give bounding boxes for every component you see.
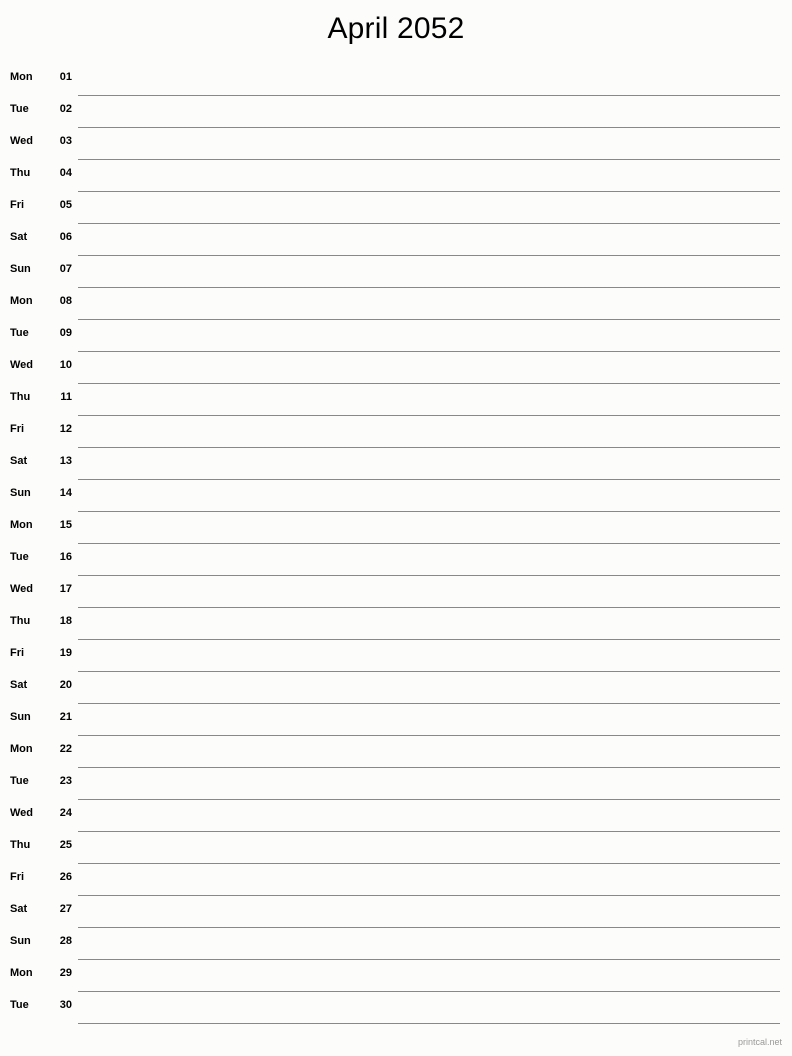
day-weekday-label: Fri [10, 199, 25, 211]
day-row[interactable]: Tue 16 [0, 544, 792, 576]
day-row[interactable]: Sun 14 [0, 480, 792, 512]
day-number-label: 17 [59, 583, 72, 595]
day-number-label: 04 [59, 167, 72, 179]
day-row[interactable]: Wed 03 [0, 128, 792, 160]
day-weekday-label: Tue [10, 327, 29, 339]
day-weekday-label: Tue [10, 999, 29, 1011]
day-weekday-label: Sun [10, 263, 31, 275]
day-weekday-label: Tue [10, 775, 29, 787]
day-weekday-label: Thu [10, 167, 31, 179]
day-weekday-label: Mon [10, 967, 33, 979]
day-row[interactable]: Sat 13 [0, 448, 792, 480]
day-weekday-label: Mon [10, 519, 33, 531]
day-weekday-label: Sat [10, 231, 28, 243]
day-number-label: 23 [59, 775, 72, 787]
day-number-label: 20 [59, 679, 72, 691]
day-weekday-label: Mon [10, 743, 33, 755]
day-number-label: 25 [59, 839, 72, 851]
page-title: April 2052 [327, 12, 465, 45]
day-number-label: 12 [59, 423, 72, 435]
day-weekday-label: Mon [10, 295, 33, 307]
day-number-label: 08 [59, 295, 72, 307]
day-row[interactable]: Fri 26 [0, 864, 792, 896]
day-weekday-label: Sat [10, 455, 28, 467]
day-weekday-label: Thu [10, 839, 31, 851]
day-number-label: 26 [59, 871, 72, 883]
day-row[interactable]: Mon 15 [0, 512, 792, 544]
day-number-label: 27 [59, 903, 72, 915]
day-row[interactable]: Tue 30 [0, 992, 792, 1024]
day-number-label: 22 [59, 743, 72, 755]
day-row[interactable]: Wed 24 [0, 800, 792, 832]
calendar-page: April 2052 Mon 01 Tue 02 Wed 03 Thu 04 Fri 05 Sat 0… [0, 0, 792, 1056]
day-row[interactable]: Mon 22 [0, 736, 792, 768]
day-row[interactable]: Fri 19 [0, 640, 792, 672]
day-number-label: 15 [59, 519, 72, 531]
day-row[interactable]: Wed 17 [0, 576, 792, 608]
day-number-label: 16 [59, 551, 72, 563]
day-row[interactable]: Sat 27 [0, 896, 792, 928]
footer-attribution: printcal.net [737, 1037, 782, 1047]
day-writing-line[interactable] [78, 1023, 780, 1024]
day-row[interactable]: Tue 09 [0, 320, 792, 352]
day-number-label: 07 [59, 263, 72, 275]
day-weekday-label: Wed [10, 807, 34, 819]
day-row[interactable]: Tue 23 [0, 768, 792, 800]
day-number-label: 29 [59, 967, 72, 979]
day-number-label: 06 [59, 231, 72, 243]
day-weekday-label: Fri [10, 647, 25, 659]
day-row[interactable]: Fri 12 [0, 416, 792, 448]
day-weekday-label: Wed [10, 135, 34, 147]
day-number-label: 19 [59, 647, 72, 659]
day-number-label: 18 [59, 615, 72, 627]
day-number-label: 14 [59, 487, 72, 499]
day-number-label: 28 [59, 935, 72, 947]
day-weekday-label: Wed [10, 583, 34, 595]
day-weekday-label: Wed [10, 359, 34, 371]
day-number-label: 11 [60, 391, 72, 403]
day-row[interactable]: Sun 28 [0, 928, 792, 960]
day-number-label: 21 [59, 711, 72, 723]
day-weekday-label: Fri [10, 423, 25, 435]
day-row[interactable]: Thu 18 [0, 608, 792, 640]
day-number-label: 01 [59, 71, 72, 83]
day-number-label: 03 [59, 135, 72, 147]
day-row[interactable]: Sat 20 [0, 672, 792, 704]
day-weekday-label: Thu [10, 615, 31, 627]
day-row[interactable]: Sat 06 [0, 224, 792, 256]
day-weekday-label: Tue [10, 103, 29, 115]
day-row-list: Mon 01 Tue 02 Wed 03 Thu 04 Fri 05 Sat 06 Sun 07 Mon 08… [0, 64, 792, 1024]
day-weekday-label: Sun [10, 935, 31, 947]
day-number-label: 30 [59, 999, 72, 1011]
day-weekday-label: Sat [10, 679, 28, 691]
day-row[interactable]: Mon 01 [0, 64, 792, 96]
day-row[interactable]: Fri 05 [0, 192, 792, 224]
day-row[interactable]: Thu 25 [0, 832, 792, 864]
day-weekday-label: Sat [10, 903, 28, 915]
day-weekday-label: Thu [10, 391, 31, 403]
day-row[interactable]: Sun 07 [0, 256, 792, 288]
day-weekday-label: Mon [10, 71, 33, 83]
day-row[interactable]: Tue 02 [0, 96, 792, 128]
day-weekday-label: Sun [10, 711, 31, 723]
day-number-label: 02 [59, 103, 72, 115]
day-number-label: 24 [59, 807, 72, 819]
day-weekday-label: Tue [10, 551, 29, 563]
day-row[interactable]: Thu 04 [0, 160, 792, 192]
day-number-label: 13 [59, 455, 72, 467]
day-number-label: 05 [59, 199, 72, 211]
day-weekday-label: Fri [10, 871, 25, 883]
day-row[interactable]: Sun 21 [0, 704, 792, 736]
day-number-label: 10 [59, 359, 72, 371]
day-row[interactable]: Wed 10 [0, 352, 792, 384]
day-number-label: 09 [59, 327, 72, 339]
day-weekday-label: Sun [10, 487, 31, 499]
day-row[interactable]: Mon 29 [0, 960, 792, 992]
day-row[interactable]: Thu 11 [0, 384, 792, 416]
day-row[interactable]: Mon 08 [0, 288, 792, 320]
